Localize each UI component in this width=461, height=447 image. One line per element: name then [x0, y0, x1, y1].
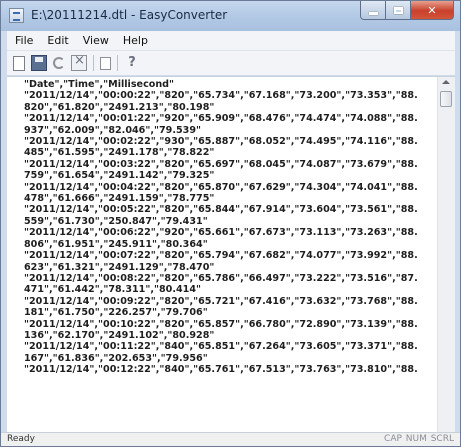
text-content[interactable]: "Date","Time","Millisecond" "2011/12/14",… [7, 77, 437, 433]
text-line: "Date","Time","Millisecond" [24, 79, 175, 90]
maximize-button[interactable] [386, 1, 411, 20]
text-line: 820","61.820","2491.213","80.198" [24, 101, 215, 113]
toolbar: ? [7, 51, 455, 75]
toolbar-separator [117, 55, 118, 71]
text-line: "2011/12/14","00:03:22","820","65.697","… [24, 158, 418, 170]
copy-icon[interactable] [100, 56, 111, 70]
menu-help[interactable]: Help [117, 34, 154, 47]
close-button[interactable]: ✕ [411, 1, 454, 20]
window-controls: ✕ [360, 1, 454, 21]
keyboard-indicators: CAP NUM SCRL [384, 434, 454, 444]
text-line: "2011/12/14","00:00:22","820","65.734","… [24, 90, 418, 102]
text-line: 559","61.730","250.847","79.431" [24, 215, 208, 227]
text-line: 806","61.951","245.911","80.364" [24, 238, 208, 250]
close-file-icon[interactable] [71, 53, 87, 71]
help-icon[interactable]: ? [124, 55, 140, 71]
text-line: 623","61.321","2491.129","78.470" [24, 261, 215, 273]
scroll-up-icon[interactable] [442, 80, 450, 84]
undo-icon[interactable] [53, 57, 65, 69]
status-bar: Ready CAP NUM SCRL [1, 432, 460, 446]
menu-bar: File Edit View Help [7, 31, 455, 51]
text-line: "2011/12/14","00:12:22","840","65.761","… [24, 364, 418, 376]
save-icon[interactable] [31, 55, 47, 71]
text-line: "2011/12/14","00:08:22","820","65.786","… [24, 272, 418, 284]
toolbar-separator [93, 55, 94, 71]
text-line: 167","61.836","202.653","79.956" [24, 352, 208, 364]
document-view[interactable]: "Date","Time","Millisecond" "2011/12/14",… [7, 76, 455, 433]
text-line: "2011/12/14","00:11:22","840","65.851","… [24, 341, 418, 353]
text-line: "2011/12/14","00:01:22","920","65.909","… [24, 113, 418, 125]
text-line: 937","62.009","82.046","79.539" [24, 124, 202, 136]
vertical-scrollbar[interactable] [437, 77, 455, 433]
text-line: 478","61.666","2491.159","78.775" [24, 193, 215, 205]
menu-file[interactable]: File [9, 34, 39, 47]
status-text: Ready [7, 434, 35, 444]
text-line: "2011/12/14","00:10:22","820","65.857","… [24, 318, 418, 330]
minimize-icon [368, 11, 378, 15]
text-line: "2011/12/14","00:02:22","930","65.887","… [24, 136, 418, 148]
text-line: "2011/12/14","00:06:22","920","65.661","… [24, 227, 418, 239]
title-bar[interactable]: E:\20111214.dtl - EasyConverter ✕ [1, 1, 460, 31]
app-icon[interactable] [9, 8, 24, 23]
text-line: 136","62.170","2491.102","80.928" [24, 329, 215, 341]
new-file-icon[interactable] [13, 55, 25, 71]
text-line: "2011/12/14","00:09:22","820","65.721","… [24, 295, 418, 307]
text-line: 759","61.654","2491.142","79.325" [24, 170, 215, 182]
text-line: 181","61.750","226.257","79.706" [24, 307, 208, 319]
menu-view[interactable]: View [77, 34, 115, 47]
menu-edit[interactable]: Edit [41, 34, 74, 47]
text-line: 485","61.595","2491.178","78.822" [24, 147, 215, 159]
scroll-thumb[interactable] [440, 91, 452, 107]
text-line: "2011/12/14","00:05:22","820","65.844","… [24, 204, 418, 216]
text-line: "2011/12/14","00:04:22","820","65.870","… [24, 181, 418, 193]
app-window: E:\20111214.dtl - EasyConverter ✕ File E… [0, 0, 461, 447]
close-icon: ✕ [427, 3, 437, 17]
text-line: "2011/12/14","00:07:22","820","65.794","… [24, 250, 418, 262]
text-line: 471","61.442","78.311","80.414" [24, 284, 202, 296]
maximize-icon [393, 6, 403, 14]
minimize-button[interactable] [360, 1, 386, 20]
window-title: E:\20111214.dtl - EasyConverter [31, 8, 228, 22]
